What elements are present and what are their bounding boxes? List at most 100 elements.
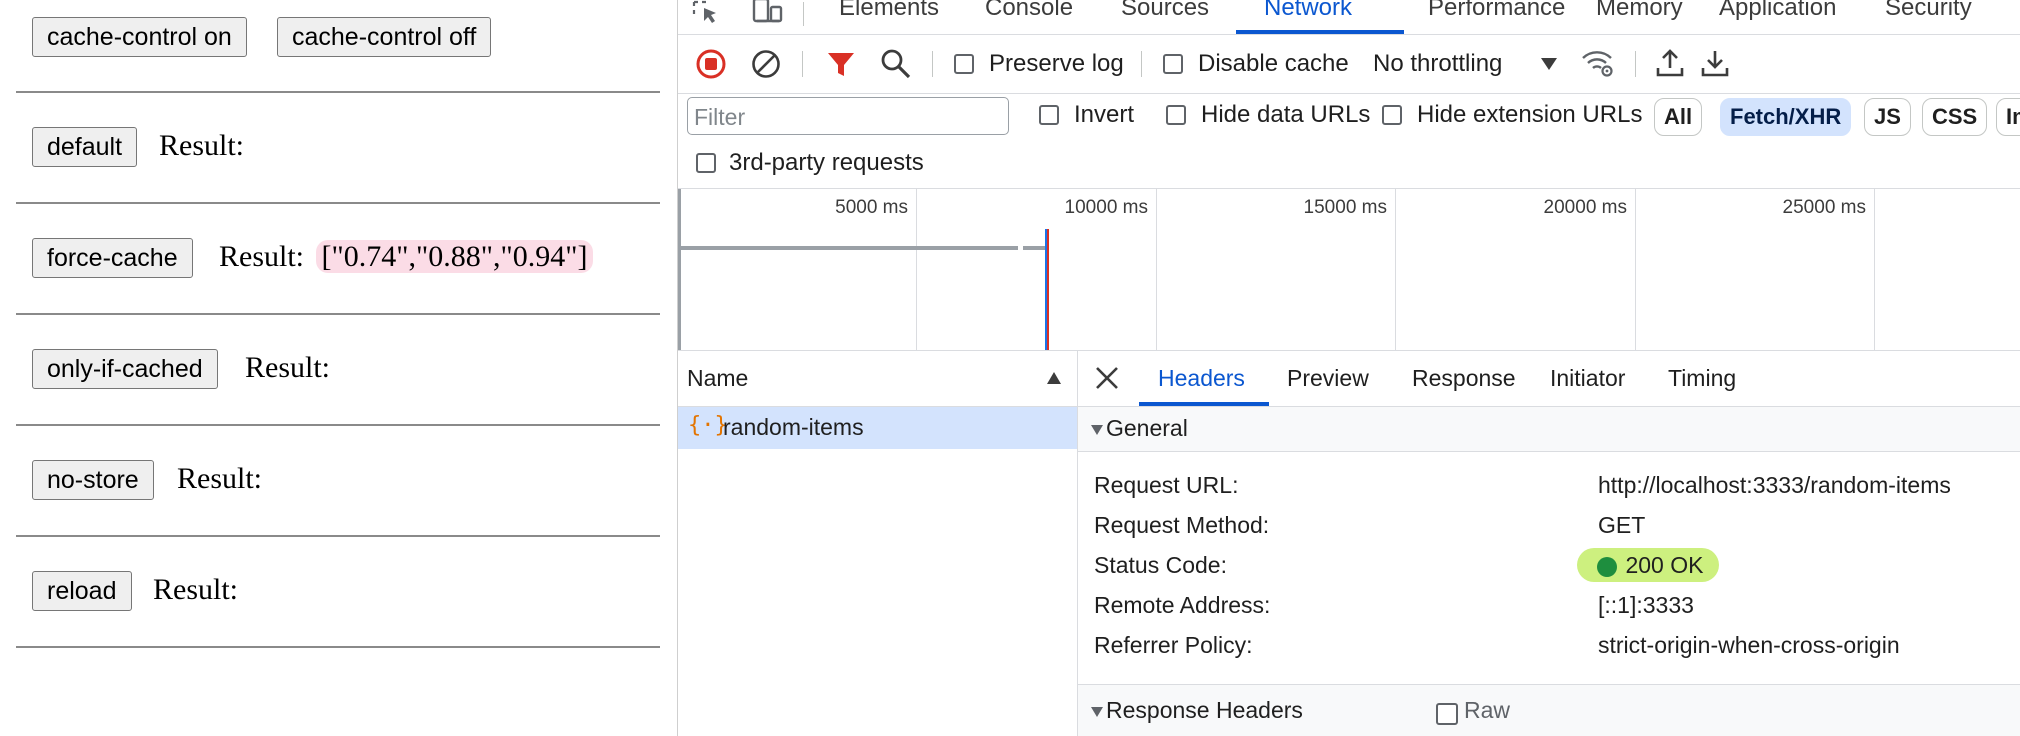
tab-initiator[interactable]: Initiator [1550, 365, 1625, 392]
no-store-button[interactable]: no-store [32, 460, 154, 500]
tick-label: 15000 ms [1303, 197, 1387, 218]
gridline [1635, 189, 1636, 350]
request-method-value: GET [1598, 512, 1646, 538]
remote-address-label: Remote Address: [1094, 592, 1271, 618]
result-label: Result: [159, 129, 245, 162]
cache-control-on-button[interactable]: cache-control on [32, 17, 247, 57]
inspect-element-icon[interactable] [692, 0, 722, 26]
reload-button[interactable]: reload [32, 571, 132, 611]
stop-recording-icon[interactable] [695, 48, 727, 80]
active-tab-indicator [1236, 30, 1404, 34]
request-bar [680, 246, 1018, 250]
invert-label: Invert [1074, 101, 1135, 128]
hide-data-urls-label: Hide data URLs [1201, 101, 1371, 128]
force-cache-button[interactable]: force-cache [32, 238, 193, 278]
hide-extension-urls-label: Hide extension URLs [1417, 101, 1643, 128]
raw-checkbox[interactable] [1436, 703, 1458, 725]
remote-address-value: [::1]:3333 [1598, 592, 1694, 618]
chip-img[interactable]: Img [1996, 98, 2020, 136]
tab-headers[interactable]: Headers [1158, 365, 1245, 392]
gridline [1156, 189, 1157, 350]
separator [802, 51, 803, 77]
general-title: General [1106, 415, 1188, 441]
devtools-panel: Elements Console Sources Network Perform… [678, 0, 2020, 736]
separator [803, 2, 804, 26]
request-bar [1023, 246, 1045, 250]
only-if-cached-result: Result: [245, 350, 330, 386]
request-row[interactable]: {·} random-items [678, 407, 1077, 449]
request-details: Headers Preview Response Initiator Timin… [1078, 351, 2020, 736]
chip-fetch-xhr[interactable]: Fetch/XHR [1720, 98, 1852, 136]
close-icon[interactable] [1094, 365, 1120, 391]
separator [1141, 51, 1142, 77]
raw-label: Raw [1464, 697, 1511, 723]
tab-application[interactable]: Application [1719, 0, 1836, 22]
export-har-icon[interactable] [1700, 48, 1730, 78]
request-method-label: Request Method: [1094, 512, 1270, 538]
tab-security[interactable]: Security [1885, 0, 1972, 22]
preserve-log-checkbox[interactable] [954, 54, 974, 74]
overview-handle[interactable] [678, 189, 681, 350]
divider [16, 91, 660, 93]
test-page: cache-control on cache-control off defau… [0, 0, 678, 736]
divider [16, 646, 660, 648]
gridline [1395, 189, 1396, 350]
referrer-policy-value: strict-origin-when-cross-origin [1598, 632, 1900, 658]
chip-js[interactable]: JS [1864, 98, 1911, 136]
separator [1635, 51, 1636, 77]
result-label: Result: [177, 462, 263, 495]
tick-label: 20000 ms [1543, 197, 1627, 218]
disable-cache-label: Disable cache [1198, 50, 1349, 77]
chip-css[interactable]: CSS [1922, 98, 1988, 136]
tab-response[interactable]: Response [1412, 365, 1516, 392]
preserve-log-label: Preserve log [989, 50, 1124, 77]
response-headers-section-header[interactable]: Response Headers Raw [1078, 684, 2020, 736]
divider [16, 535, 660, 537]
tab-elements[interactable]: Elements [839, 0, 939, 22]
divider [16, 313, 660, 315]
third-party-checkbox[interactable] [696, 153, 716, 173]
tick-label: 25000 ms [1782, 197, 1866, 218]
default-button[interactable]: default [32, 127, 138, 167]
request-list-header[interactable]: Name [678, 351, 1077, 407]
cache-control-off-button[interactable]: cache-control off [277, 17, 492, 57]
tick-label: 5000 ms [835, 197, 908, 218]
hide-data-urls-checkbox[interactable] [1166, 105, 1186, 125]
chevron-down-icon[interactable] [1540, 57, 1558, 71]
details-tab-bar: Headers Preview Response Initiator Timin… [1078, 351, 2020, 407]
clear-icon[interactable] [750, 48, 782, 80]
gridline [916, 189, 917, 350]
search-icon[interactable] [880, 48, 912, 80]
throttling-select[interactable]: No throttling [1373, 50, 1502, 78]
network-toolbar: Preserve log Disable cache No throttling [678, 35, 2020, 94]
name-column-header: Name [687, 365, 749, 391]
tab-sources[interactable]: Sources [1121, 0, 1209, 22]
response-headers-title: Response Headers [1106, 697, 1303, 723]
device-toolbar-icon[interactable] [751, 0, 787, 26]
timeline-overview[interactable]: 5000 ms 10000 ms 15000 ms 20000 ms 25000… [678, 189, 2020, 351]
tab-preview[interactable]: Preview [1287, 365, 1369, 392]
import-har-icon[interactable] [1655, 48, 1685, 78]
triangle-down-icon [1091, 425, 1103, 435]
general-section-header[interactable]: General [1078, 407, 2020, 452]
filter-input[interactable]: Filter [687, 97, 1009, 135]
tab-timing[interactable]: Timing [1668, 365, 1736, 392]
gridline [1874, 189, 1875, 350]
network-conditions-icon[interactable] [1580, 47, 1616, 79]
chip-all[interactable]: All [1654, 98, 1703, 136]
hide-extension-urls-checkbox[interactable] [1382, 105, 1402, 125]
disable-cache-checkbox[interactable] [1163, 54, 1183, 74]
tab-performance[interactable]: Performance [1428, 0, 1565, 22]
default-result: Result: [159, 128, 244, 164]
result-label: Result: [153, 573, 239, 606]
tab-memory[interactable]: Memory [1596, 0, 1683, 22]
active-tab-indicator [1139, 402, 1269, 406]
tab-network[interactable]: Network [1264, 0, 1352, 22]
third-party-label: 3rd-party requests [729, 149, 924, 176]
invert-checkbox[interactable] [1039, 105, 1059, 125]
status-code-value: 200 OK [1625, 552, 1704, 578]
request-name: random-items [723, 414, 864, 440]
filter-icon[interactable] [826, 49, 856, 79]
tab-console[interactable]: Console [985, 0, 1073, 22]
only-if-cached-button[interactable]: only-if-cached [32, 349, 218, 389]
